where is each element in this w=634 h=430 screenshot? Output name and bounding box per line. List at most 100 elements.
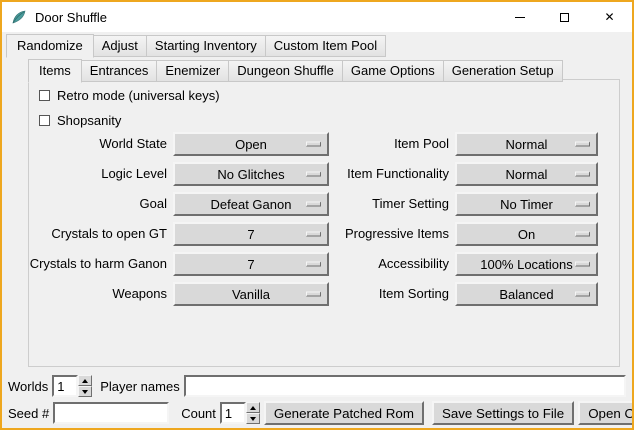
item-functionality-value: Normal	[506, 167, 548, 182]
window-controls: ✕	[497, 2, 632, 32]
item-functionality-dropdown[interactable]: Normal	[455, 162, 598, 186]
close-button[interactable]: ✕	[587, 2, 632, 32]
minimize-icon	[515, 17, 525, 18]
timer-setting-dropdown[interactable]: No Timer	[455, 192, 598, 216]
shopsanity-checkbox[interactable]	[39, 115, 50, 126]
crystals-open-gt-value: 7	[247, 227, 254, 242]
tab-items[interactable]: Items	[28, 59, 82, 83]
shopsanity-label: Shopsanity	[57, 113, 121, 128]
item-sorting-value: Balanced	[499, 287, 553, 302]
goal-label: Goal	[29, 192, 167, 216]
player-names-label: Player names	[100, 379, 179, 394]
dropdown-indicator-icon	[306, 292, 321, 297]
weapons-value: Vanilla	[232, 287, 270, 302]
dropdown-indicator-icon	[575, 292, 590, 297]
worlds-label: Worlds	[8, 379, 48, 394]
accessibility-value: 100% Locations	[480, 257, 573, 272]
title-bar: Door Shuffle ✕	[2, 2, 632, 32]
weapons-label: Weapons	[29, 282, 167, 306]
dropdown-indicator-icon	[575, 262, 590, 267]
count-spin-arrows	[246, 402, 260, 424]
open-output-directory-button[interactable]: Open Output Directory	[578, 401, 634, 425]
goal-dropdown[interactable]: Defeat Ganon	[173, 192, 329, 216]
items-pane: Retro mode (universal keys) Shopsanity W…	[28, 79, 620, 367]
tab-adjust[interactable]: Adjust	[93, 35, 147, 57]
count-spin-up-button[interactable]	[246, 402, 260, 413]
crystals-open-gt-dropdown[interactable]: 7	[173, 222, 329, 246]
seed-input[interactable]	[53, 402, 169, 424]
arrow-up-icon	[82, 379, 88, 383]
outer-tab-bar: Randomize Adjust Starting Inventory Cust…	[6, 34, 385, 57]
tab-randomize[interactable]: Randomize	[6, 34, 94, 58]
dropdown-indicator-icon	[306, 232, 321, 237]
app-icon	[11, 9, 27, 25]
dropdown-indicator-icon	[575, 172, 590, 177]
dropdown-indicator-icon	[306, 202, 321, 207]
count-spin-down-button[interactable]	[246, 413, 260, 424]
crystals-open-gt-label: Crystals to open GT	[29, 222, 167, 246]
app-window: Door Shuffle ✕ Randomize Adjust Starting…	[0, 0, 634, 430]
timer-setting-value: No Timer	[500, 197, 553, 212]
worlds-row: Worlds Player names	[8, 374, 626, 398]
item-functionality-label: Item Functionality	[335, 162, 449, 186]
dropdown-indicator-icon	[575, 142, 590, 147]
arrow-up-icon	[250, 406, 256, 410]
crystals-harm-ganon-label: Crystals to harm Ganon	[29, 252, 167, 276]
retro-mode-checkbox[interactable]	[39, 90, 50, 101]
dropdown-indicator-icon	[306, 262, 321, 267]
tab-enemizer[interactable]: Enemizer	[156, 60, 229, 82]
worlds-spinbox[interactable]	[52, 375, 92, 397]
world-state-label: World State	[29, 132, 167, 156]
item-sorting-dropdown[interactable]: Balanced	[455, 282, 598, 306]
count-spinbox[interactable]	[220, 402, 260, 424]
logic-level-label: Logic Level	[29, 162, 167, 186]
worlds-spin-down-button[interactable]	[78, 386, 92, 397]
progressive-items-dropdown[interactable]: On	[455, 222, 598, 246]
tab-dungeon-shuffle[interactable]: Dungeon Shuffle	[228, 60, 343, 82]
progressive-items-label: Progressive Items	[335, 222, 449, 246]
count-input[interactable]	[220, 402, 246, 424]
tab-custom-item-pool[interactable]: Custom Item Pool	[265, 35, 386, 57]
dropdown-indicator-icon	[575, 202, 590, 207]
tab-entrances[interactable]: Entrances	[81, 60, 158, 82]
world-state-dropdown[interactable]: Open	[173, 132, 329, 156]
world-state-value: Open	[235, 137, 267, 152]
item-sorting-label: Item Sorting	[335, 282, 449, 306]
close-icon: ✕	[604, 11, 614, 23]
maximize-button[interactable]	[542, 2, 587, 32]
inner-tab-bar: Items Entrances Enemizer Dungeon Shuffle…	[28, 59, 562, 82]
item-pool-label: Item Pool	[335, 132, 449, 156]
accessibility-label: Accessibility	[335, 252, 449, 276]
dropdown-indicator-icon	[306, 142, 321, 147]
arrow-down-icon	[250, 417, 256, 421]
minimize-button[interactable]	[497, 2, 542, 32]
logic-level-dropdown[interactable]: No Glitches	[173, 162, 329, 186]
accessibility-dropdown[interactable]: 100% Locations	[455, 252, 598, 276]
retro-mode-checkbox-row[interactable]: Retro mode (universal keys)	[39, 88, 220, 103]
retro-mode-label: Retro mode (universal keys)	[57, 88, 220, 103]
item-pool-dropdown[interactable]: Normal	[455, 132, 598, 156]
worlds-input[interactable]	[52, 375, 78, 397]
timer-setting-label: Timer Setting	[335, 192, 449, 216]
tab-starting-inventory[interactable]: Starting Inventory	[146, 35, 266, 57]
count-label: Count	[181, 406, 216, 421]
tab-game-options[interactable]: Game Options	[342, 60, 444, 82]
worlds-spin-up-button[interactable]	[78, 375, 92, 386]
window-title: Door Shuffle	[35, 10, 107, 25]
shopsanity-checkbox-row[interactable]: Shopsanity	[39, 113, 121, 128]
item-pool-value: Normal	[506, 137, 548, 152]
generate-row: Seed # Count Generate Patched Rom Save S…	[8, 401, 626, 425]
player-names-input[interactable]	[184, 375, 626, 397]
maximize-icon	[560, 13, 569, 22]
dropdown-indicator-icon	[306, 172, 321, 177]
tab-generation-setup[interactable]: Generation Setup	[443, 60, 563, 82]
crystals-harm-ganon-dropdown[interactable]: 7	[173, 252, 329, 276]
crystals-harm-ganon-value: 7	[247, 257, 254, 272]
progressive-items-value: On	[518, 227, 535, 242]
generate-patched-rom-button[interactable]: Generate Patched Rom	[264, 401, 424, 425]
goal-value: Defeat Ganon	[211, 197, 292, 212]
logic-level-value: No Glitches	[217, 167, 284, 182]
worlds-spin-arrows	[78, 375, 92, 397]
save-settings-button[interactable]: Save Settings to File	[432, 401, 574, 425]
weapons-dropdown[interactable]: Vanilla	[173, 282, 329, 306]
